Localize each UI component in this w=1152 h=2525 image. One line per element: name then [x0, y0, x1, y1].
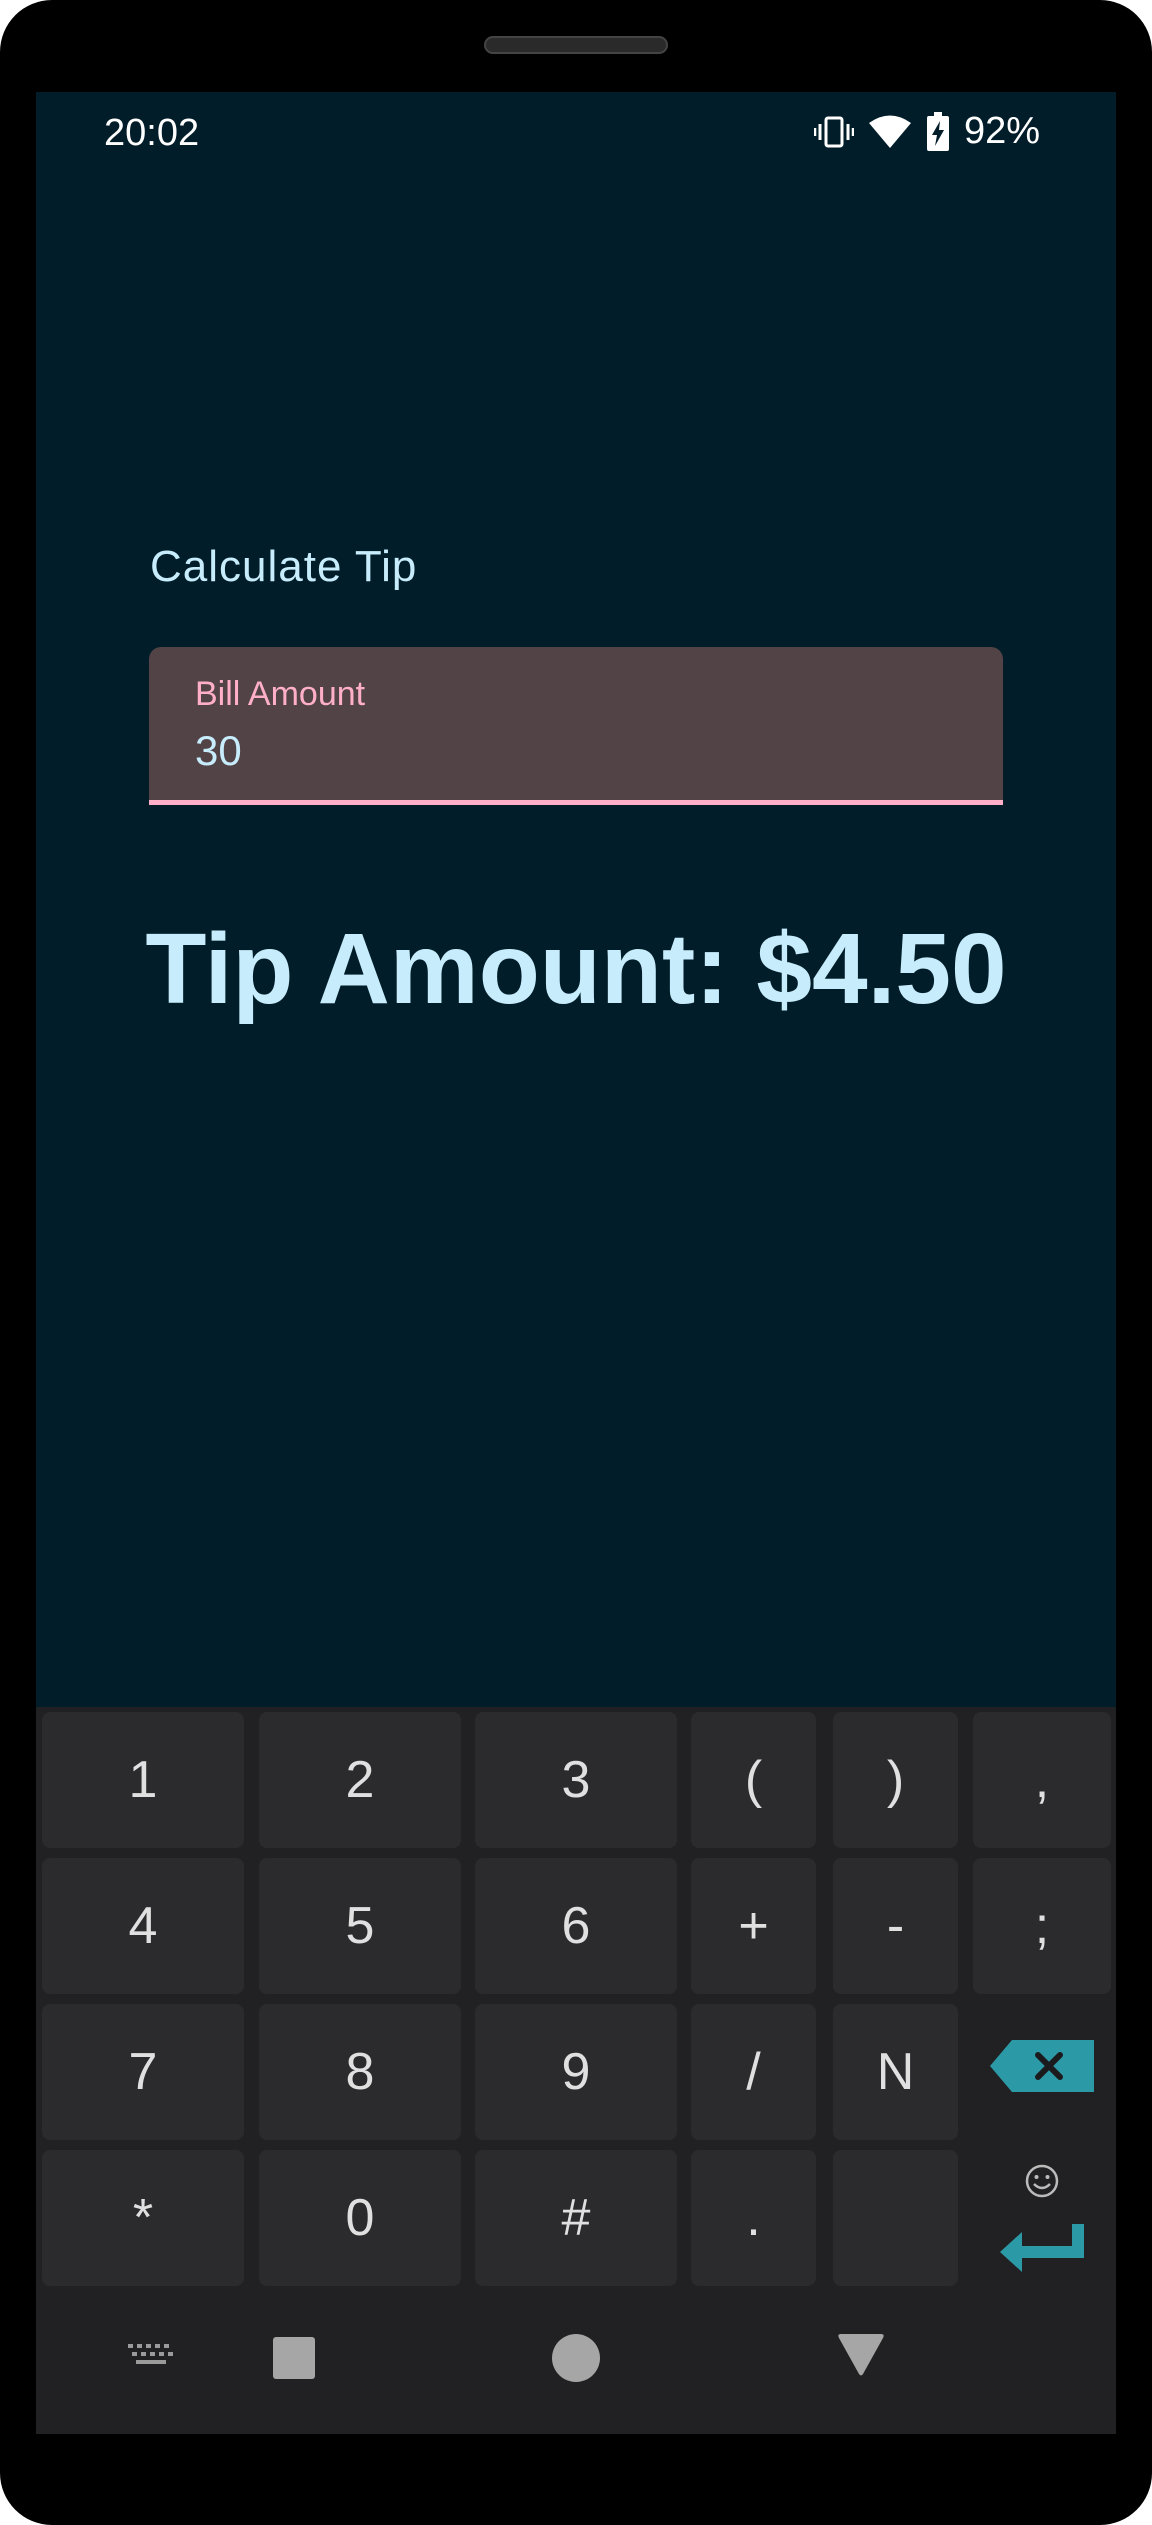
status-bar: 20:02 92% — [36, 92, 1116, 172]
key-comma[interactable]: , — [973, 1712, 1111, 1848]
recents-square-icon[interactable] — [273, 2337, 315, 2384]
phone-frame: 20:02 92% Calculate Tip Bill Amount 30 T… — [0, 0, 1152, 2525]
key-1[interactable]: 1 — [42, 1712, 244, 1848]
key-semicolon[interactable]: ; — [973, 1858, 1111, 1994]
key-0[interactable]: 0 — [259, 2150, 461, 2286]
key-plus[interactable]: + — [691, 1858, 816, 1994]
backspace-icon — [990, 2039, 1094, 2105]
key-space[interactable] — [833, 2150, 958, 2286]
bill-amount-label: Bill Amount — [195, 675, 366, 713]
home-circle-icon[interactable] — [552, 2334, 600, 2387]
enter-key[interactable] — [973, 2150, 1111, 2286]
bill-amount-field[interactable]: Bill Amount 30 — [149, 647, 1003, 805]
key-asterisk[interactable]: * — [42, 2150, 244, 2286]
key-4[interactable]: 4 — [42, 1858, 244, 1994]
key-open-paren[interactable]: ( — [691, 1712, 816, 1848]
page-title: Calculate Tip — [150, 542, 418, 591]
wifi-icon — [868, 114, 912, 150]
key-8[interactable]: 8 — [259, 2004, 461, 2140]
key-7[interactable]: 7 — [42, 2004, 244, 2140]
key-close-paren[interactable]: ) — [833, 1712, 958, 1848]
battery-charging-icon — [926, 111, 950, 152]
key-slash[interactable]: / — [691, 2004, 816, 2140]
key-6[interactable]: 6 — [475, 1858, 677, 1994]
battery-percent: 92% — [963, 110, 1040, 152]
backspace-key[interactable] — [973, 2004, 1111, 2140]
key-2[interactable]: 2 — [259, 1712, 461, 1848]
key-period[interactable]: . — [691, 2150, 816, 2286]
enter-icon — [1000, 2223, 1084, 2285]
key-5[interactable]: 5 — [259, 1858, 461, 1994]
back-triangle-icon[interactable] — [837, 2334, 885, 2381]
status-icons: 92% — [813, 110, 1040, 153]
key-n[interactable]: N — [833, 2004, 958, 2140]
key-hash[interactable]: # — [475, 2150, 677, 2286]
navigation-bar — [36, 2292, 1116, 2434]
key-9[interactable]: 9 — [475, 2004, 677, 2140]
screen: 20:02 92% Calculate Tip Bill Amount 30 T… — [36, 92, 1116, 2434]
earpiece-speaker — [484, 36, 668, 54]
vibrate-icon — [813, 114, 854, 150]
keyboard-hide-icon[interactable] — [128, 2342, 174, 2377]
tip-amount-result: Tip Amount: $4.50 — [145, 913, 1007, 1025]
emoji-icon — [1024, 2152, 1060, 2212]
bill-amount-input[interactable]: 30 — [195, 727, 242, 775]
status-time: 20:02 — [104, 112, 200, 154]
key-3[interactable]: 3 — [475, 1712, 677, 1848]
key-minus[interactable]: - — [833, 1858, 958, 1994]
